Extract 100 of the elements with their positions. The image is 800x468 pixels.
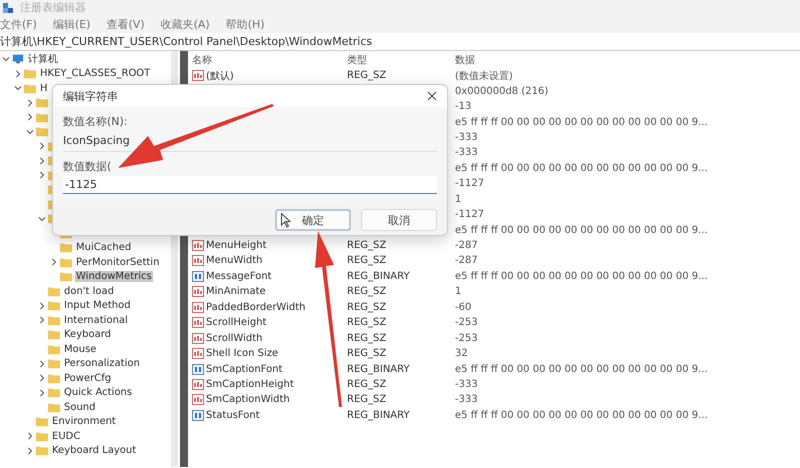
column-header[interactable]: 类型 [347,52,455,66]
table-cell: -333 [455,147,478,158]
folder-icon [60,271,72,282]
menu-item[interactable]: 收藏夹(A) [160,16,210,32]
folder-icon [48,344,60,355]
table-cell: REG_SZ [347,302,386,313]
folder-icon [36,97,48,108]
string-value-icon [192,255,204,266]
chevron-right-icon[interactable] [38,388,46,397]
table-cell: SmCaptionHeight [206,378,294,390]
folder-icon [36,112,48,123]
field-label: 数值数据( [63,159,112,175]
chevron-right-icon[interactable] [26,98,34,107]
string-value-icon [192,317,204,328]
tree-item[interactable]: Keyboard [63,329,112,340]
table-cell: -253 [455,332,478,344]
chevron-right-icon[interactable] [38,360,46,368]
chevron-right-icon[interactable] [26,432,34,440]
menu-item[interactable]: 帮助(H) [226,16,265,32]
chevron-down-icon[interactable] [38,214,46,223]
column-header[interactable]: 数据 [455,52,800,66]
table-cell: 1 [455,286,462,298]
table-cell: 0x000000d8 (216) [455,86,548,97]
folder-icon [36,416,48,428]
table-cell: REG_BINARY [347,410,410,421]
tree-item[interactable]: Sound [63,402,96,413]
column-header[interactable]: 名称 [192,52,347,66]
table-cell: e5 ff ff ff 00 00 00 00 00 00 00 00 00 00 00 00 9... [455,224,708,236]
tree-item[interactable]: International [63,314,129,326]
tree-item[interactable]: PerMonitorSettin [75,256,160,268]
folder-icon [48,358,60,370]
window-title: 注册表编辑器 [20,0,86,15]
tree-item[interactable]: Quick Actions [63,387,133,398]
close-icon[interactable] [427,91,437,101]
chevron-right-icon[interactable] [38,142,46,150]
tree-item[interactable]: EUDC [51,430,82,442]
dialog-button[interactable]: 确定 [275,209,351,231]
table-cell: MenuHeight [206,240,267,252]
table-cell: -60 [455,302,472,313]
tree-item[interactable]: Keyboard Layout [51,445,138,456]
chevron-right-icon[interactable] [38,302,46,310]
tree-item[interactable]: PowerCfg [63,372,112,384]
folder-icon [60,256,72,268]
folder-icon [48,372,60,384]
folder-icon [48,286,60,297]
string-value-icon [192,378,204,390]
tree-item[interactable]: don't load [63,286,116,297]
binary-value-icon [192,410,204,421]
tree-item[interactable]: WindowMetrics [75,271,153,282]
table-cell: REG_SZ [347,255,386,266]
folder-icon [48,329,60,340]
chevron-right-icon[interactable] [26,113,34,122]
chevron-right-icon[interactable] [38,374,46,382]
table-cell: SmCaptionWidth [206,394,290,406]
table-cell-text: (默认) [206,70,234,83]
menu-item[interactable]: 编辑(E) [52,16,90,32]
chevron-right-icon[interactable] [38,156,46,165]
table-cell: (数值未设置) [455,70,513,82]
tree-item[interactable]: H [39,82,49,94]
table-cell: REG_SZ [347,348,386,360]
table-cell: -1127 [455,178,484,190]
tree-item[interactable]: HKEY_CLASSES_ROOT [39,68,152,80]
table-cell: StatusFont [206,410,260,421]
chevron-right-icon[interactable] [50,258,58,266]
tree-item[interactable]: MuiCached [75,242,132,254]
table-cell: REG_BINARY [347,364,410,375]
menu-item[interactable]: 文件(F) [0,16,37,32]
table-cell: REG_SZ [347,286,386,298]
folder-icon [36,126,48,138]
tree-item[interactable]: Personalization [63,358,141,370]
chevron-right-icon[interactable] [38,316,46,324]
table-cell: MinAnimate [206,286,266,298]
chevron-down-icon[interactable] [14,84,22,92]
folder-icon [36,445,48,456]
string-value-icon [192,302,204,313]
table-cell: MessageFont [206,270,272,282]
address-bar[interactable]: 计算机\HKEY_CURRENT_USER\Control Panel\Desktop\WindowMetrics [0,33,800,51]
table-cell: -287 [455,255,478,266]
chevron-right-icon[interactable] [26,446,34,455]
table-cell: REG_SZ [347,70,386,82]
table-cell: MenuWidth [206,255,263,266]
tree-item[interactable]: Input Method [63,300,132,312]
tree-item[interactable]: Environment [51,416,117,428]
binary-value-icon [192,364,204,375]
chevron-down-icon[interactable] [26,128,34,136]
tree-item[interactable]: Mouse [63,344,98,355]
table-cell: Shell Icon Size [206,348,278,360]
chevron-right-icon[interactable] [38,171,46,180]
dialog-button[interactable]: 取消 [361,209,437,231]
table-cell: -13 [455,101,472,112]
table-cell: REG_SZ [347,394,386,406]
chevron-right-icon[interactable] [14,70,22,78]
tree-item[interactable]: 计算机 [27,52,59,66]
value-data-input[interactable]: -1125 [63,176,437,194]
table-cell: PaddedBorderWidth [206,302,306,313]
menu-item[interactable]: 查看(V) [106,16,145,32]
table-cell: REG_BINARY [347,270,410,282]
chevron-down-icon[interactable] [2,55,10,64]
table-cell: -253 [455,317,478,328]
string-value-icon [192,70,204,82]
